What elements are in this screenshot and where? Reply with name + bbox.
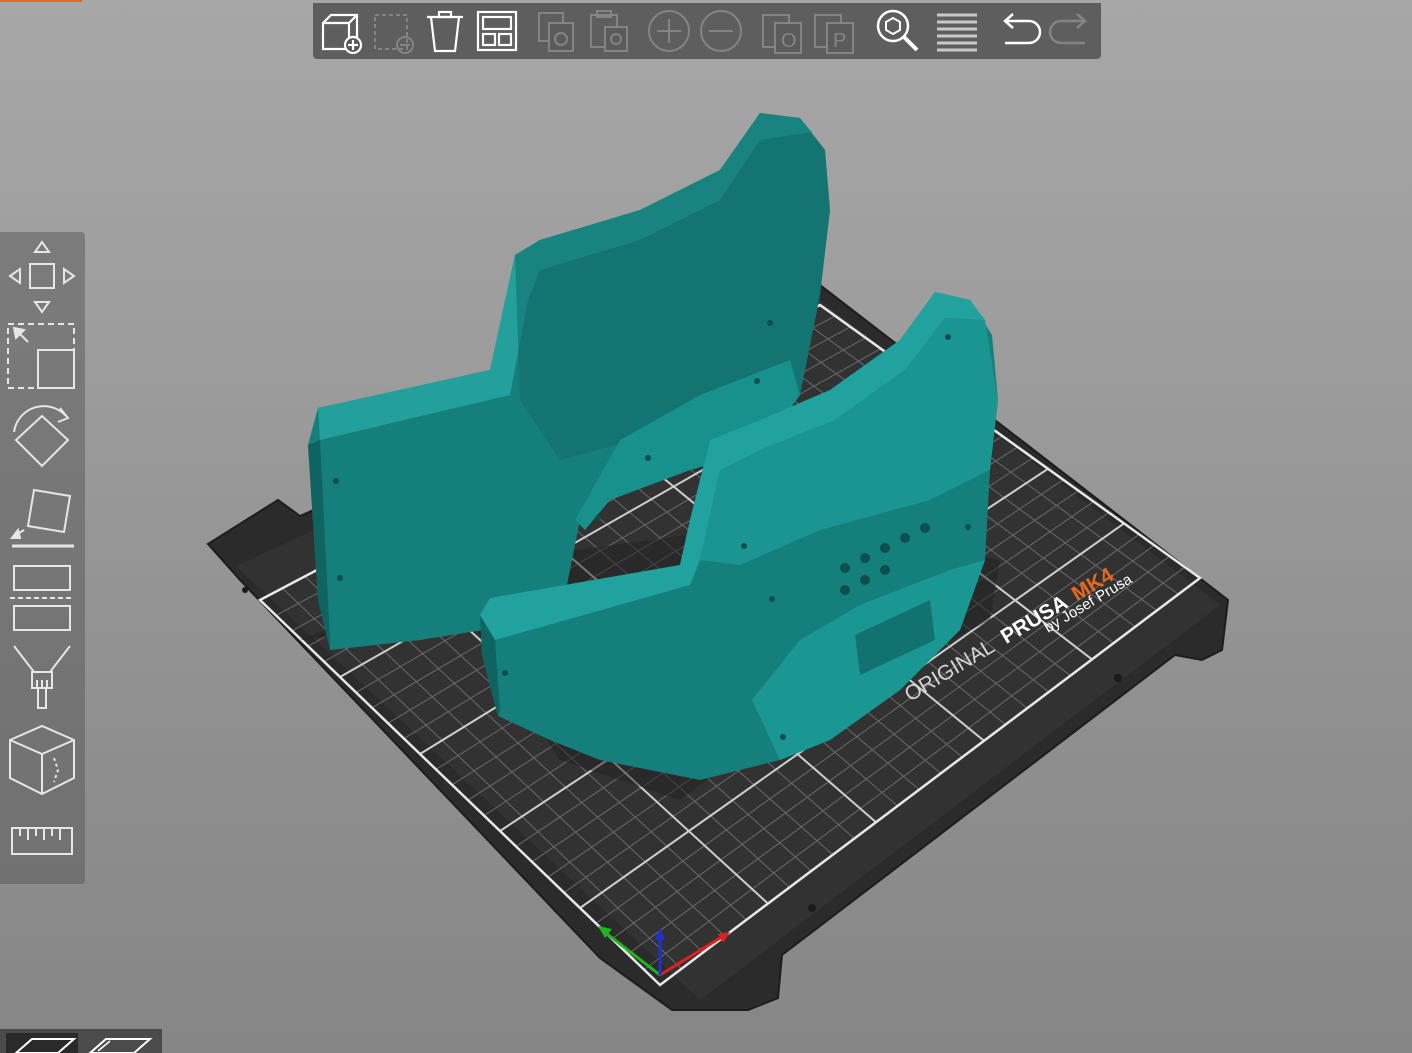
layers-editing-icon[interactable] [932, 7, 982, 55]
delete-object-icon[interactable] [368, 7, 418, 55]
svg-text:O: O [781, 30, 797, 52]
add-object-icon[interactable] [316, 7, 366, 55]
delete-all-icon[interactable] [420, 7, 470, 55]
top-toolbar: O P [313, 3, 1101, 59]
split-parts-icon[interactable]: P [810, 7, 860, 55]
paste-icon[interactable] [584, 7, 634, 55]
add-instance-icon[interactable] [644, 7, 694, 55]
paint-supports-icon[interactable] [4, 642, 80, 714]
undo-icon[interactable] [994, 7, 1044, 55]
measure-icon[interactable] [4, 812, 80, 872]
arrange-icon[interactable] [472, 7, 522, 55]
left-gizmo-toolbar [0, 232, 85, 884]
3d-viewport[interactable]: ORIGINAL PRUSA MK4 by Josef Prusa O P [0, 0, 1412, 1053]
remove-instance-icon[interactable] [696, 7, 746, 55]
place-on-face-icon[interactable] [4, 482, 80, 554]
view-3d-icon[interactable] [6, 1033, 78, 1053]
redo-icon[interactable] [1046, 7, 1096, 55]
scene[interactable]: ORIGINAL PRUSA MK4 by Josef Prusa [0, 0, 1412, 1053]
svg-text:P: P [833, 30, 846, 52]
preview-icon[interactable] [84, 1033, 156, 1053]
rotate-tool-icon[interactable] [4, 402, 80, 474]
split-objects-icon[interactable]: O [758, 7, 808, 55]
seam-painting-icon[interactable] [4, 722, 80, 798]
copy-icon[interactable] [532, 7, 582, 55]
cut-tool-icon[interactable] [4, 562, 80, 634]
move-tool-icon[interactable] [4, 238, 80, 314]
view-tabs [0, 1029, 162, 1053]
search-icon[interactable] [872, 7, 922, 55]
scale-tool-icon[interactable] [4, 320, 80, 392]
